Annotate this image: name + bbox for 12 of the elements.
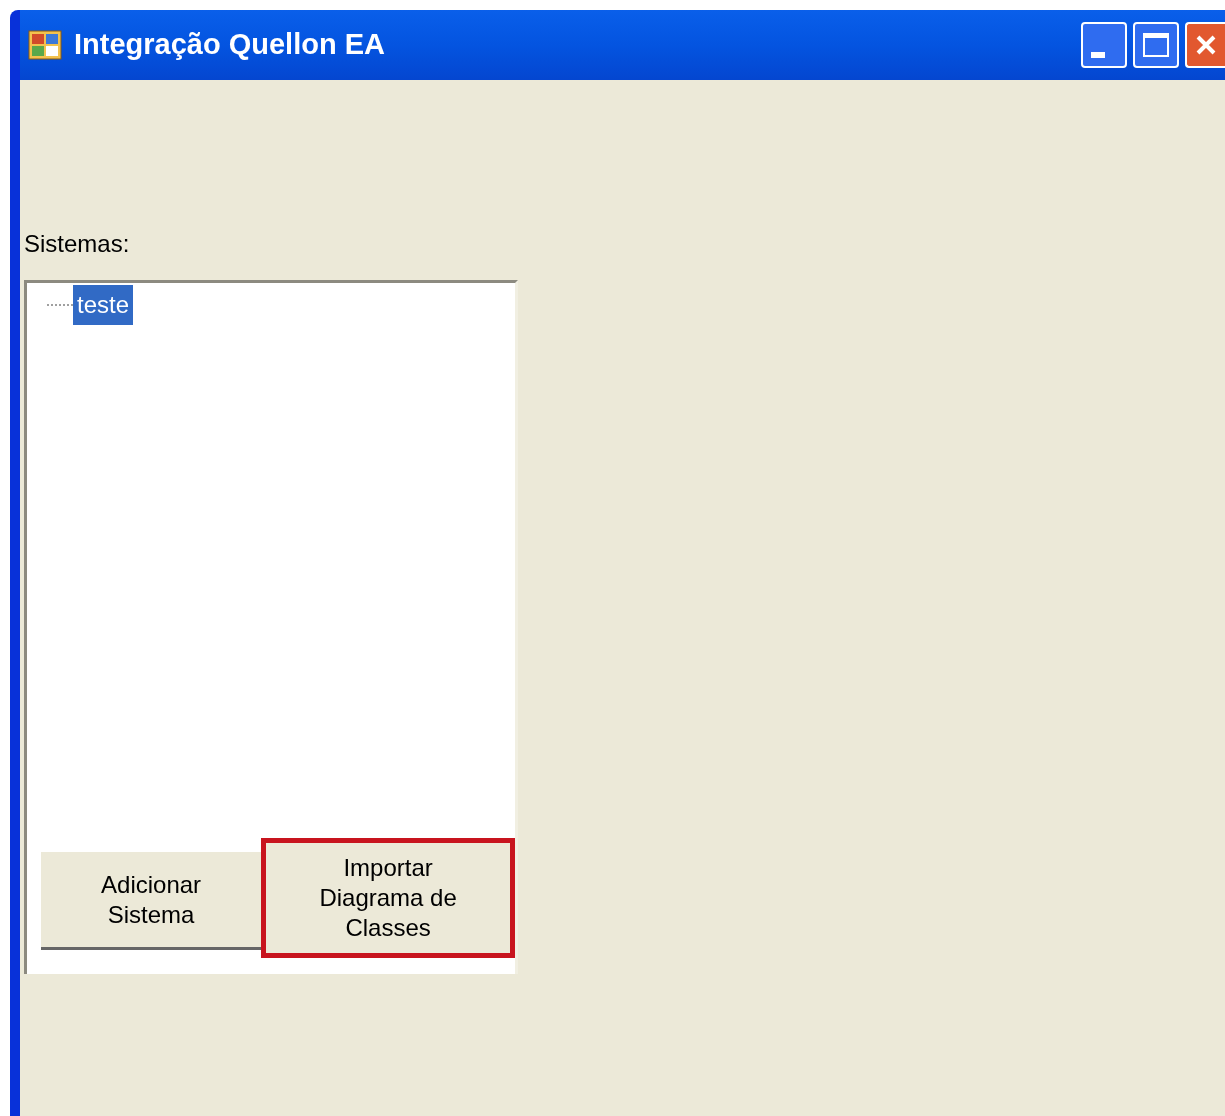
minimize-icon bbox=[1091, 52, 1105, 58]
systems-label: Sistemas: bbox=[24, 232, 131, 256]
maximize-icon bbox=[1143, 33, 1169, 57]
maximize-button[interactable] bbox=[1133, 22, 1179, 68]
tree-item[interactable]: teste bbox=[73, 285, 134, 325]
window-title: Integração Quellon EA bbox=[74, 27, 385, 63]
action-button[interactable]: Importar Diagrama de Classes bbox=[261, 838, 515, 958]
app-icon bbox=[28, 30, 62, 60]
close-icon bbox=[1194, 33, 1218, 57]
minimize-button[interactable] bbox=[1081, 22, 1127, 68]
action-button[interactable]: Adicionar Sistema bbox=[41, 852, 262, 950]
close-button[interactable] bbox=[1185, 22, 1225, 68]
